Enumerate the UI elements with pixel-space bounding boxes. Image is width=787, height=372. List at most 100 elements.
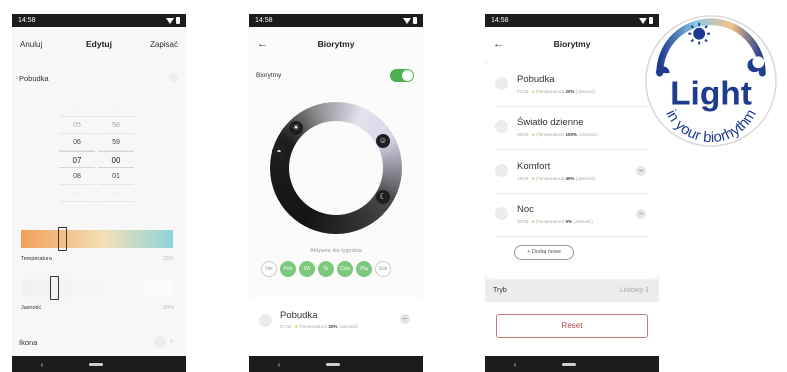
- picker-cell: 59: [98, 134, 134, 151]
- day-toggle-mon[interactable]: Pon: [280, 261, 296, 277]
- picker-cell: 01: [98, 168, 134, 185]
- picker-cell: 58: [98, 117, 134, 134]
- status-bar: 14:58: [12, 14, 186, 27]
- status-bar: 14:58: [249, 14, 423, 27]
- remove-item-button[interactable]: −: [636, 209, 646, 219]
- status-bar: 14:58: [485, 14, 659, 27]
- nav-home-icon[interactable]: [326, 362, 341, 366]
- remove-item-button[interactable]: −: [636, 166, 646, 176]
- status-time: 14:58: [255, 17, 273, 24]
- day-toggle-wed[interactable]: Śr: [318, 261, 334, 277]
- nav-back-icon[interactable]: ‹: [514, 360, 517, 369]
- picker-cell: --: [59, 100, 95, 117]
- page-title: Biorytmy: [317, 39, 355, 49]
- nav-back-icon[interactable]: ‹: [41, 360, 44, 369]
- status-time: 14:58: [18, 17, 36, 24]
- battery-icon: [413, 17, 417, 24]
- schedule-item-card[interactable]: Pobudka 07:00 ● (Temperatura) 20% (Jasno…: [249, 297, 423, 356]
- sun-icon[interactable]: ☀: [289, 121, 303, 135]
- item-meta: 07:00 ● (Temperatura) 20% (Jasność): [517, 89, 596, 94]
- smile-icon[interactable]: ☺: [376, 134, 390, 148]
- bulb-icon: [495, 77, 508, 90]
- item-meta: 09:00 ● (Temperatura) 100% (Jasność): [517, 132, 598, 137]
- day-toggle-sat[interactable]: Sob: [375, 261, 391, 277]
- light-in-your-biorhythm-logo: Light in your biorhythm: [645, 15, 777, 147]
- app-bar: ← Biorytmy: [249, 27, 423, 61]
- sunrise-icon[interactable]: ◓: [272, 145, 286, 159]
- chevron-right-icon[interactable]: ›: [170, 336, 173, 345]
- day-toggle-tue[interactable]: Wt: [299, 261, 315, 277]
- item-title[interactable]: Komfort: [517, 161, 550, 172]
- color-wheel-center: [289, 121, 383, 215]
- save-button[interactable]: Zapisać: [150, 40, 178, 49]
- back-arrow-icon[interactable]: ←: [257, 38, 268, 50]
- status-time: 14:58: [491, 17, 509, 24]
- nav-back-icon[interactable]: ‹: [278, 360, 281, 369]
- picker-cell: --: [98, 185, 134, 202]
- picker-cell: --: [98, 100, 134, 117]
- day-toggle-sun[interactable]: Nie: [261, 261, 277, 277]
- info-dot-icon: [169, 73, 178, 82]
- wake-label[interactable]: Pobudka: [19, 74, 49, 83]
- item-title[interactable]: Światło dzienne: [517, 117, 584, 128]
- phone-schedule-list-screen: 14:58 ← Biorytmy Pobudka 07:00 ● (Temper…: [485, 14, 659, 372]
- app-bar: Anuluj Edytuj Zapisać: [12, 27, 186, 61]
- page-title: Biorytmy: [553, 39, 591, 49]
- active-days-title: Aktywne dni tygodnia: [310, 248, 362, 254]
- item-title: Pobudka: [280, 310, 318, 321]
- nav-home-icon[interactable]: [562, 362, 577, 366]
- add-new-button[interactable]: + Dodaj nowe: [514, 245, 574, 260]
- android-nav-bar: ‹: [12, 356, 186, 372]
- cancel-button[interactable]: Anuluj: [20, 40, 42, 49]
- minute-picker[interactable]: -- 58 59 00 01 --: [98, 100, 134, 202]
- back-arrow-icon[interactable]: ←: [493, 38, 504, 50]
- biorhythm-toggle[interactable]: [390, 69, 414, 82]
- android-nav-bar: ‹: [249, 356, 423, 372]
- phone-biorhythm-screen: 14:58 ← Biorytmy Biorytmy ☀ ◓ ☺ ☾ Aktywn…: [249, 14, 423, 372]
- temperature-slider-handle[interactable]: [57, 227, 67, 251]
- item-title[interactable]: Noc: [517, 204, 534, 215]
- brightness-value: 20%: [162, 305, 174, 311]
- page-title: Edytuj: [86, 39, 112, 49]
- biorhythm-toggle-label: Biorytmy: [256, 72, 282, 79]
- temperature-slider-track[interactable]: [21, 230, 173, 248]
- picker-cell: 06: [59, 134, 95, 151]
- bulb-icon: [154, 336, 166, 348]
- picker-cell: 05: [59, 117, 95, 134]
- mode-label: Tryb: [493, 287, 507, 294]
- reset-button[interactable]: Reset: [496, 314, 648, 338]
- temperature-value: 25%: [162, 256, 174, 262]
- temperature-label: Temperatura: [21, 256, 52, 262]
- picker-cell: --: [59, 185, 95, 202]
- wifi-icon: [166, 17, 174, 24]
- brightness-slider-handle[interactable]: [49, 276, 59, 300]
- item-meta: 20:00 ● (Temperatura) 5% (Jasność): [517, 219, 593, 224]
- bulb-icon: [495, 120, 508, 133]
- remove-item-button[interactable]: −: [400, 314, 410, 324]
- nav-home-icon[interactable]: [89, 362, 104, 366]
- wifi-icon: [403, 17, 411, 24]
- bulb-icon: [495, 164, 508, 177]
- bulb-icon: [259, 314, 272, 327]
- brightness-label: Jasność: [21, 305, 42, 311]
- schedule-list: Pobudka 07:00 ● (Temperatura) 20% (Jasno…: [485, 61, 659, 279]
- day-toggle-fri[interactable]: Pią: [356, 261, 372, 277]
- picker-cell-selected: 00: [98, 151, 134, 168]
- picker-cell: 08: [59, 168, 95, 185]
- item-title[interactable]: Pobudka: [517, 74, 555, 85]
- item-meta: 07:00 ● (Temperatura) 20% (Jasność): [280, 324, 359, 329]
- hour-picker[interactable]: -- 05 06 07 08 --: [59, 100, 95, 202]
- day-toggle-thu[interactable]: Czw: [337, 261, 353, 277]
- bulb-icon: [495, 207, 508, 220]
- android-nav-bar: ‹: [485, 356, 659, 372]
- app-bar: ← Biorytmy: [485, 27, 659, 61]
- mode-value: Liniowy 1: [619, 287, 649, 294]
- weekday-selector: Nie Pon Wt Śr Czw Pią Sob: [261, 261, 391, 277]
- picker-cell-selected: 07: [59, 151, 95, 168]
- mode-row[interactable]: Tryb Liniowy 1: [485, 280, 659, 302]
- item-meta: 19:00 ● (Temperatura) 40% (Jasność): [517, 176, 596, 181]
- icon-label[interactable]: Ikona: [19, 338, 37, 347]
- moon-icon[interactable]: ☾: [376, 190, 390, 204]
- brightness-slider-track[interactable]: [21, 279, 173, 297]
- battery-icon: [176, 17, 180, 24]
